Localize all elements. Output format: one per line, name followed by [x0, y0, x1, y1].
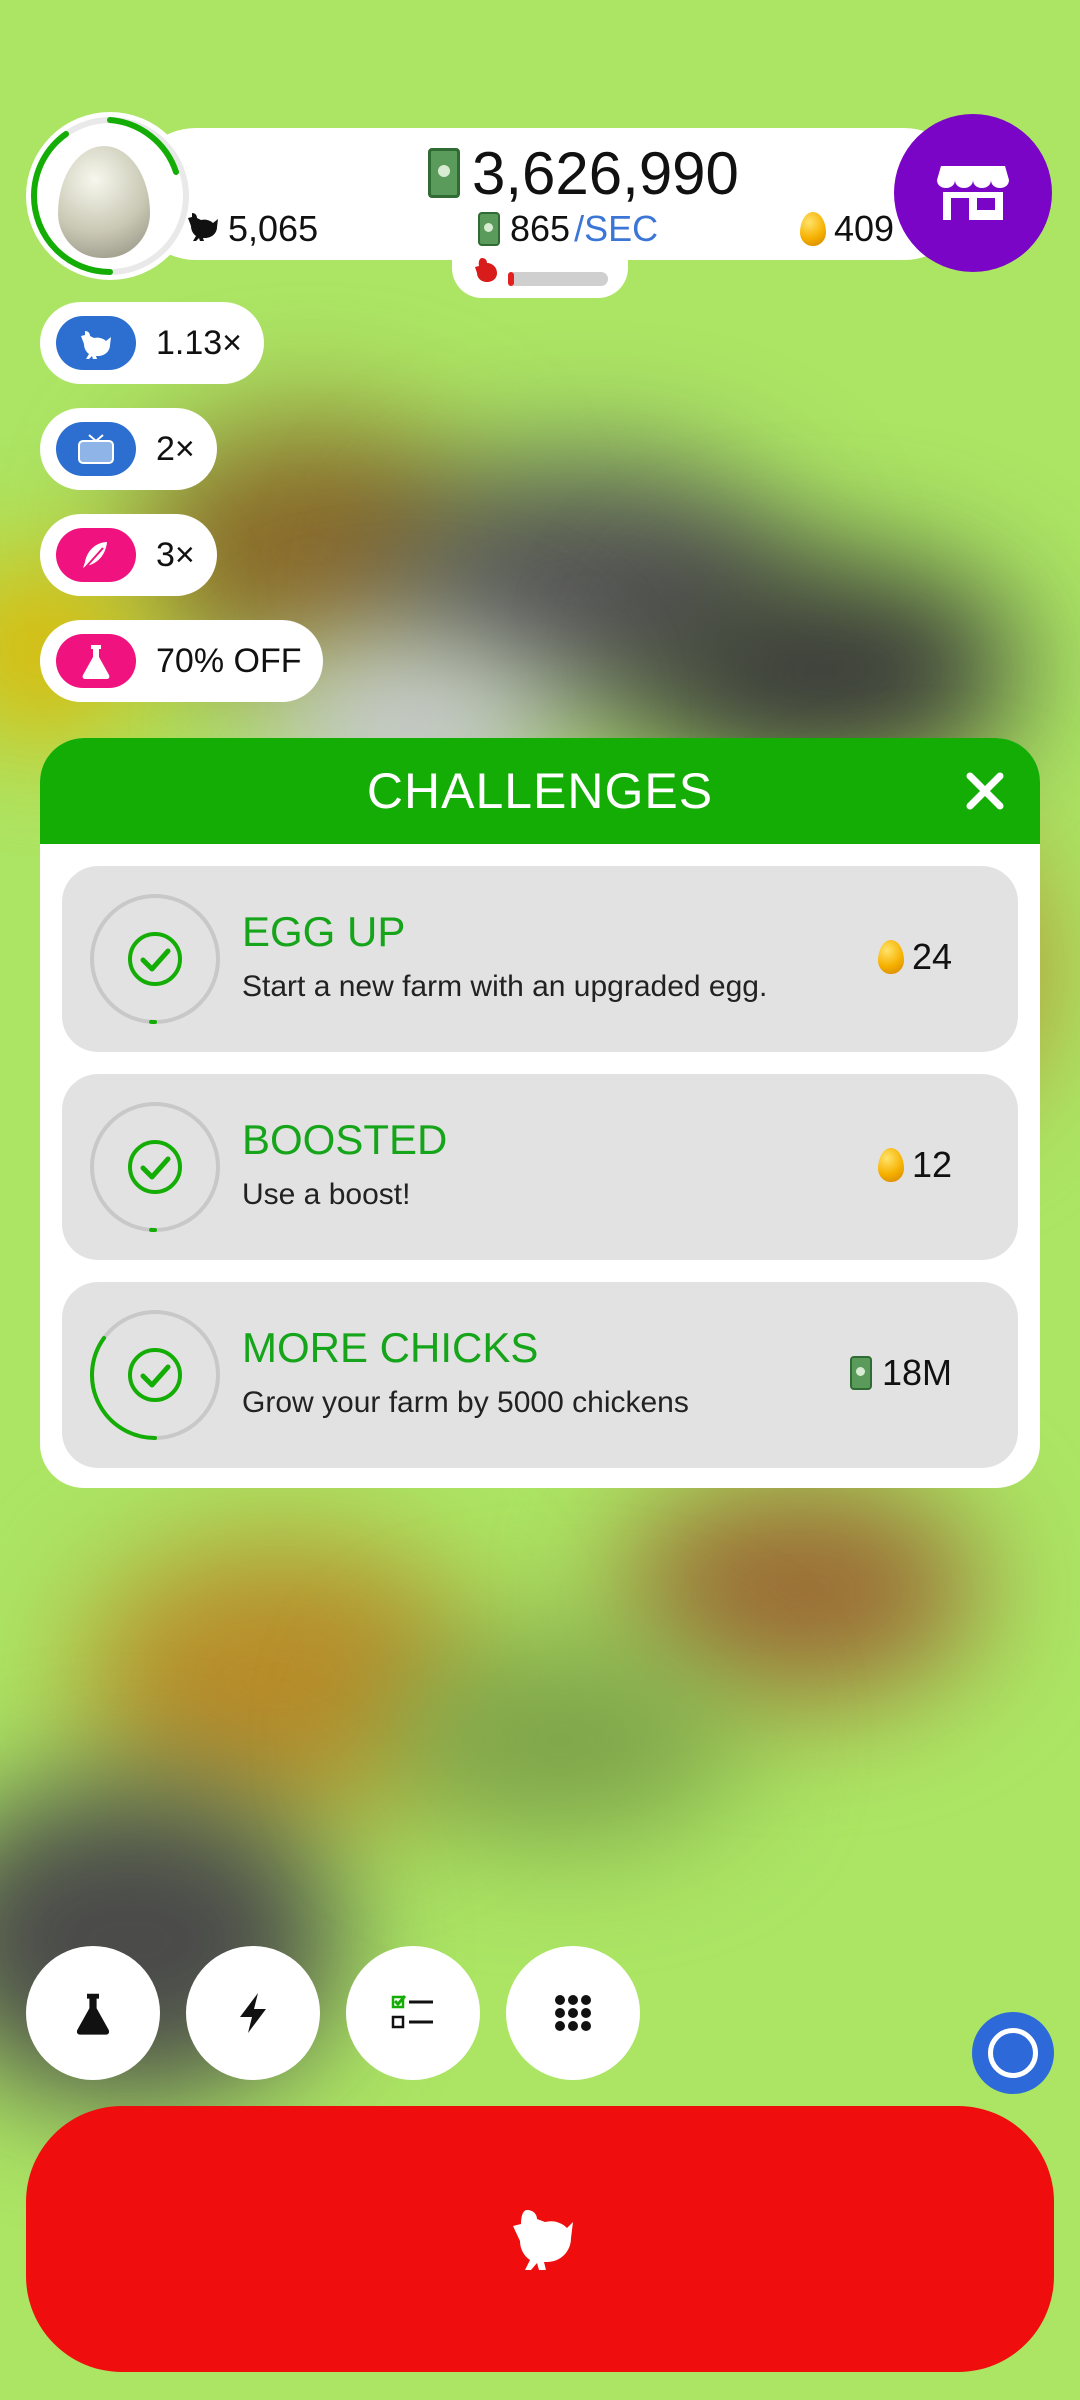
money-value: 3,626,990 [472, 139, 739, 207]
challenge-title: BOOSTED [242, 1116, 448, 1163]
challenges-panel: CHALLENGES EGG UP Start a new farm with … [40, 738, 1040, 1488]
challenge-reward: 24 [877, 936, 952, 978]
flask-icon [76, 1993, 110, 2035]
feather-icon [56, 528, 136, 582]
chicken-count-value: 5,065 [228, 208, 319, 249]
golden-egg-value: 409 [834, 208, 895, 249]
assistant-button[interactable] [972, 2012, 1054, 2094]
challenge-card[interactable]: BOOSTED Use a boost! 12 [62, 1074, 1018, 1260]
challenge-card[interactable]: EGG UP Start a new farm with an upgraded… [62, 866, 1018, 1052]
reward-value: 18M [881, 1352, 952, 1393]
challenge-title: EGG UP [242, 908, 406, 955]
income-rate: 865 /SEC [478, 208, 658, 250]
cash-icon [428, 148, 460, 198]
boost-label: 3× [156, 535, 195, 574]
chicken-icon [513, 2210, 573, 2270]
challenge-description: Use a boost! [242, 1178, 411, 1211]
money-total: 3,626,990 [428, 138, 739, 208]
challenge-card[interactable]: MORE CHICKS Grow your farm by 5000 chick… [62, 1282, 1018, 1468]
grid-icon [555, 1995, 591, 2031]
reward-value: 12 [911, 1144, 952, 1185]
challenge-title: MORE CHICKS [242, 1324, 539, 1371]
golden-egg-icon [877, 940, 904, 974]
hatch-progress [452, 250, 628, 298]
check-icon [128, 1140, 182, 1194]
challenges-header: CHALLENGES [40, 738, 1040, 844]
hatch-progress-fill [508, 272, 514, 286]
boost-chip-tv[interactable]: 2× [40, 408, 217, 490]
challenge-reward: 18M [849, 1352, 952, 1394]
income-rate-unit: /SEC [574, 208, 659, 249]
boost-label: 70% OFF [156, 641, 302, 680]
check-icon [128, 932, 182, 986]
chicken-icon [56, 316, 136, 370]
challenge-reward: 12 [877, 1144, 952, 1186]
lightning-icon [240, 1993, 266, 2033]
tv-icon [56, 422, 136, 476]
reward-value: 24 [911, 936, 952, 977]
chicken-count: 5,065 [186, 208, 318, 250]
shop-button[interactable] [894, 114, 1052, 272]
boost-chip-chicken[interactable]: 1.13× [40, 302, 265, 384]
boost-chip-feather[interactable]: 3× [40, 514, 217, 596]
hatch-progress-track [508, 272, 608, 286]
golden-egg-icon [800, 212, 826, 246]
boost-label: 2× [156, 429, 195, 468]
close-icon [966, 772, 1004, 810]
challenges-title: CHALLENGES [366, 763, 714, 819]
flask-icon [56, 634, 136, 688]
research-button[interactable] [26, 1946, 160, 2080]
boosts-button[interactable] [186, 1946, 320, 2080]
hatch-button[interactable] [26, 2106, 1054, 2372]
checklist-icon [391, 1995, 433, 2029]
cash-icon [849, 1356, 872, 1390]
challenge-description: Start a new farm with an upgraded egg. [242, 970, 768, 1003]
cash-icon [478, 212, 500, 246]
golden-egg-count: 409 [800, 208, 894, 250]
income-rate-value: 865 [510, 208, 571, 249]
chicken-icon [186, 208, 220, 250]
boost-label: 1.13× [156, 323, 243, 362]
check-icon [128, 1348, 182, 1402]
golden-egg-icon [877, 1148, 904, 1182]
challenge-description: Grow your farm by 5000 chickens [242, 1386, 689, 1419]
shop-icon [937, 166, 1009, 220]
boost-chip-research[interactable]: 70% OFF [40, 620, 324, 702]
menu-button[interactable] [506, 1946, 640, 2080]
challenges-button[interactable] [346, 1946, 480, 2080]
close-button[interactable] [964, 770, 1006, 812]
chick-icon [474, 256, 500, 291]
